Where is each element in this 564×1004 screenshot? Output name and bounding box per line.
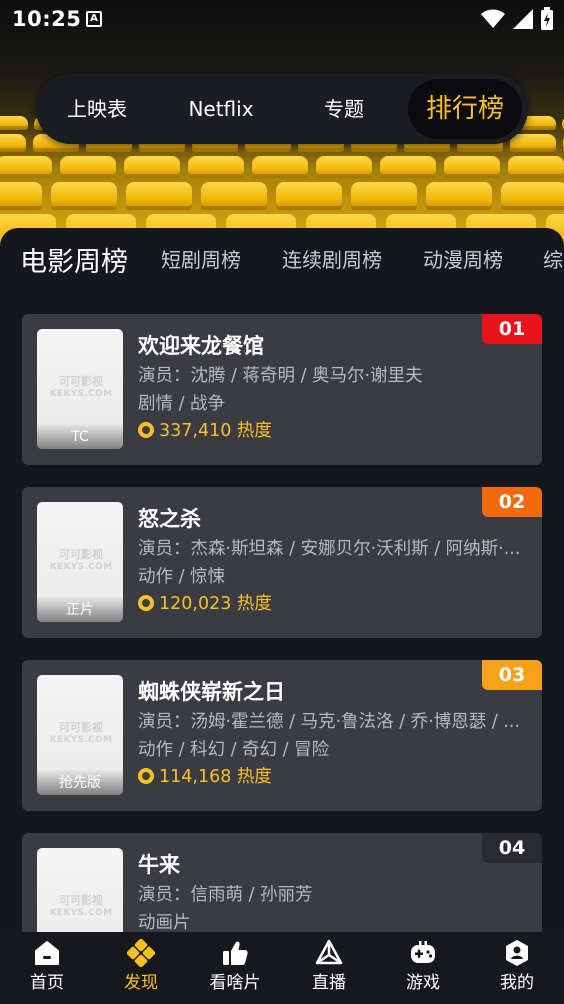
watermark: 可可影视 KEKYS.COM bbox=[49, 375, 113, 399]
ranking-card[interactable]: 可可影视 KEKYS.COM 抢先版 蜘蛛侠崭新之日 演员：汤姆·霍兰德 / 马… bbox=[22, 660, 542, 811]
live-icon bbox=[315, 939, 343, 965]
tab-topics[interactable]: 专题 bbox=[294, 74, 394, 144]
rank-badge: 03 bbox=[482, 660, 542, 690]
seat-shape bbox=[0, 156, 52, 178]
heat-coin-icon bbox=[138, 594, 154, 611]
nav-games[interactable]: 游戏 bbox=[376, 932, 470, 1004]
actors-text: 演员：汤姆·霍兰德 / 马克·鲁法洛 / 乔·博恩瑟 / ... bbox=[138, 712, 520, 732]
home-icon bbox=[35, 941, 59, 965]
nav-home[interactable]: 首页 bbox=[0, 932, 94, 1004]
tab-rankings[interactable]: 排行榜 bbox=[408, 79, 522, 139]
nav-label: 看啥片 bbox=[209, 973, 261, 993]
seat-shape bbox=[351, 182, 417, 210]
gamepad-icon bbox=[411, 941, 435, 963]
seat-shape bbox=[276, 182, 342, 210]
tab-netflix[interactable]: Netflix bbox=[170, 74, 272, 144]
watermark: 可可影视 KEKYS.COM bbox=[49, 721, 113, 745]
genres-text: 动作 / 科幻 / 奇幻 / 冒险 bbox=[138, 740, 330, 760]
watermark: 可可影视 KEKYS.COM bbox=[49, 894, 113, 918]
poster-thumbnail: 可可影视 KEKYS.COM TC bbox=[37, 329, 123, 449]
category-tabs: 电影周榜 短剧周榜 连续剧周榜 动漫周榜 综 bbox=[0, 228, 564, 292]
movie-title: 牛来 bbox=[138, 853, 180, 877]
heat-value: 337,410 热度 bbox=[159, 421, 272, 441]
discover-icon bbox=[127, 939, 155, 967]
cellular-signal-icon bbox=[513, 9, 533, 29]
nav-label: 游戏 bbox=[406, 973, 440, 993]
wifi-icon bbox=[481, 9, 505, 28]
heat-score: 120,023 热度 bbox=[138, 590, 272, 615]
profile-icon bbox=[506, 940, 528, 966]
genres-text: 剧情 / 战争 bbox=[138, 394, 226, 414]
rank-badge: 02 bbox=[482, 487, 542, 517]
ranking-card[interactable]: 可可影视 KEKYS.COM 正片 怒之杀 演员：杰森·斯坦森 / 安娜贝尔·沃… bbox=[22, 487, 542, 638]
seat-shape bbox=[380, 156, 436, 178]
heat-score: 337,410 热度 bbox=[138, 417, 272, 442]
tab-anime-weekly[interactable]: 动漫周榜 bbox=[423, 244, 503, 273]
ranking-card[interactable]: 可可影视 KEKYS.COM TC 欢迎来龙餐馆 演员：沈腾 / 蒋奇明 / 奥… bbox=[22, 314, 542, 465]
heat-score: 114,168 热度 bbox=[138, 763, 272, 788]
movie-title: 蜘蛛侠崭新之日 bbox=[138, 680, 285, 704]
seat-shape bbox=[508, 156, 564, 178]
bottom-navigation: 首页 发现 看啥片 直播 游戏 我的 bbox=[0, 932, 564, 1004]
tab-series-weekly[interactable]: 连续剧周榜 bbox=[282, 244, 382, 273]
seat-shape bbox=[0, 134, 26, 152]
seat-shape bbox=[51, 182, 117, 210]
poster-thumbnail: 可可影视 KEKYS.COM bbox=[37, 848, 123, 932]
movie-title: 欢迎来龙餐馆 bbox=[138, 334, 264, 358]
seat-shape bbox=[444, 156, 500, 178]
seat-shape bbox=[0, 116, 28, 130]
seat-shape bbox=[201, 182, 267, 210]
status-time: 10:25 bbox=[12, 7, 82, 31]
tab-movie-weekly[interactable]: 电影周榜 bbox=[20, 240, 128, 279]
heat-coin-icon bbox=[138, 421, 154, 438]
seat-shape bbox=[426, 182, 492, 210]
tab-short-drama-weekly[interactable]: 短剧周榜 bbox=[161, 244, 241, 273]
nav-what-to-watch[interactable]: 看啥片 bbox=[188, 932, 282, 1004]
heat-value: 120,023 热度 bbox=[159, 594, 272, 614]
nav-label: 直播 bbox=[312, 973, 346, 993]
ranking-card[interactable]: 可可影视 KEKYS.COM 牛来 演员：信雨萌 / 孙丽芳 动画片 04 bbox=[22, 833, 542, 932]
watermark: 可可影视 KEKYS.COM bbox=[49, 548, 113, 572]
rankings-panel: 电影周榜 短剧周榜 连续剧周榜 动漫周榜 综 可可影视 KEKYS.COM TC… bbox=[0, 228, 564, 932]
seat-shape bbox=[0, 182, 42, 210]
quality-tag: TC bbox=[37, 423, 123, 449]
tab-schedule[interactable]: 上映表 bbox=[44, 74, 150, 144]
nav-label: 首页 bbox=[30, 973, 64, 993]
battery-icon bbox=[541, 7, 553, 30]
nav-live[interactable]: 直播 bbox=[282, 932, 376, 1004]
movie-title: 怒之杀 bbox=[138, 507, 201, 531]
rank-badge: 01 bbox=[482, 314, 542, 344]
heat-value: 114,168 热度 bbox=[159, 767, 272, 787]
quality-tag: 正片 bbox=[37, 596, 123, 622]
seat-shape bbox=[501, 182, 564, 210]
genres-text: 动画片 bbox=[138, 913, 191, 932]
quality-tag: 抢先版 bbox=[37, 769, 123, 795]
nav-label: 我的 bbox=[500, 973, 534, 993]
nav-label: 发现 bbox=[124, 973, 158, 993]
nav-profile[interactable]: 我的 bbox=[470, 932, 564, 1004]
notification-icon: A bbox=[86, 11, 102, 27]
actors-text: 演员：沈腾 / 蒋奇明 / 奥马尔·谢里夫 bbox=[138, 366, 423, 386]
genres-text: 动作 / 惊悚 bbox=[138, 567, 226, 587]
seat-shape bbox=[510, 134, 556, 152]
seat-shape bbox=[316, 156, 372, 178]
seat-shape bbox=[188, 156, 244, 178]
nav-discover[interactable]: 发现 bbox=[94, 932, 188, 1004]
thumbs-up-icon bbox=[223, 941, 248, 965]
status-bar: 10:25 A bbox=[0, 0, 564, 38]
seat-shape bbox=[252, 156, 308, 178]
seat-shape bbox=[60, 156, 116, 178]
actors-text: 演员：信雨萌 / 孙丽芳 bbox=[138, 885, 313, 905]
poster-thumbnail: 可可影视 KEKYS.COM 抢先版 bbox=[37, 675, 123, 795]
top-tab-bar: 上映表 Netflix 专题 排行榜 bbox=[36, 74, 528, 144]
seat-shape bbox=[124, 156, 180, 178]
rank-badge: 04 bbox=[482, 833, 542, 863]
heat-coin-icon bbox=[138, 767, 154, 784]
poster-thumbnail: 可可影视 KEKYS.COM 正片 bbox=[37, 502, 123, 622]
seat-shape bbox=[126, 182, 192, 210]
tab-variety-weekly[interactable]: 综 bbox=[543, 244, 563, 273]
actors-text: 演员：杰森·斯坦森 / 安娜贝尔·沃利斯 / 阿纳斯·... bbox=[138, 539, 521, 559]
